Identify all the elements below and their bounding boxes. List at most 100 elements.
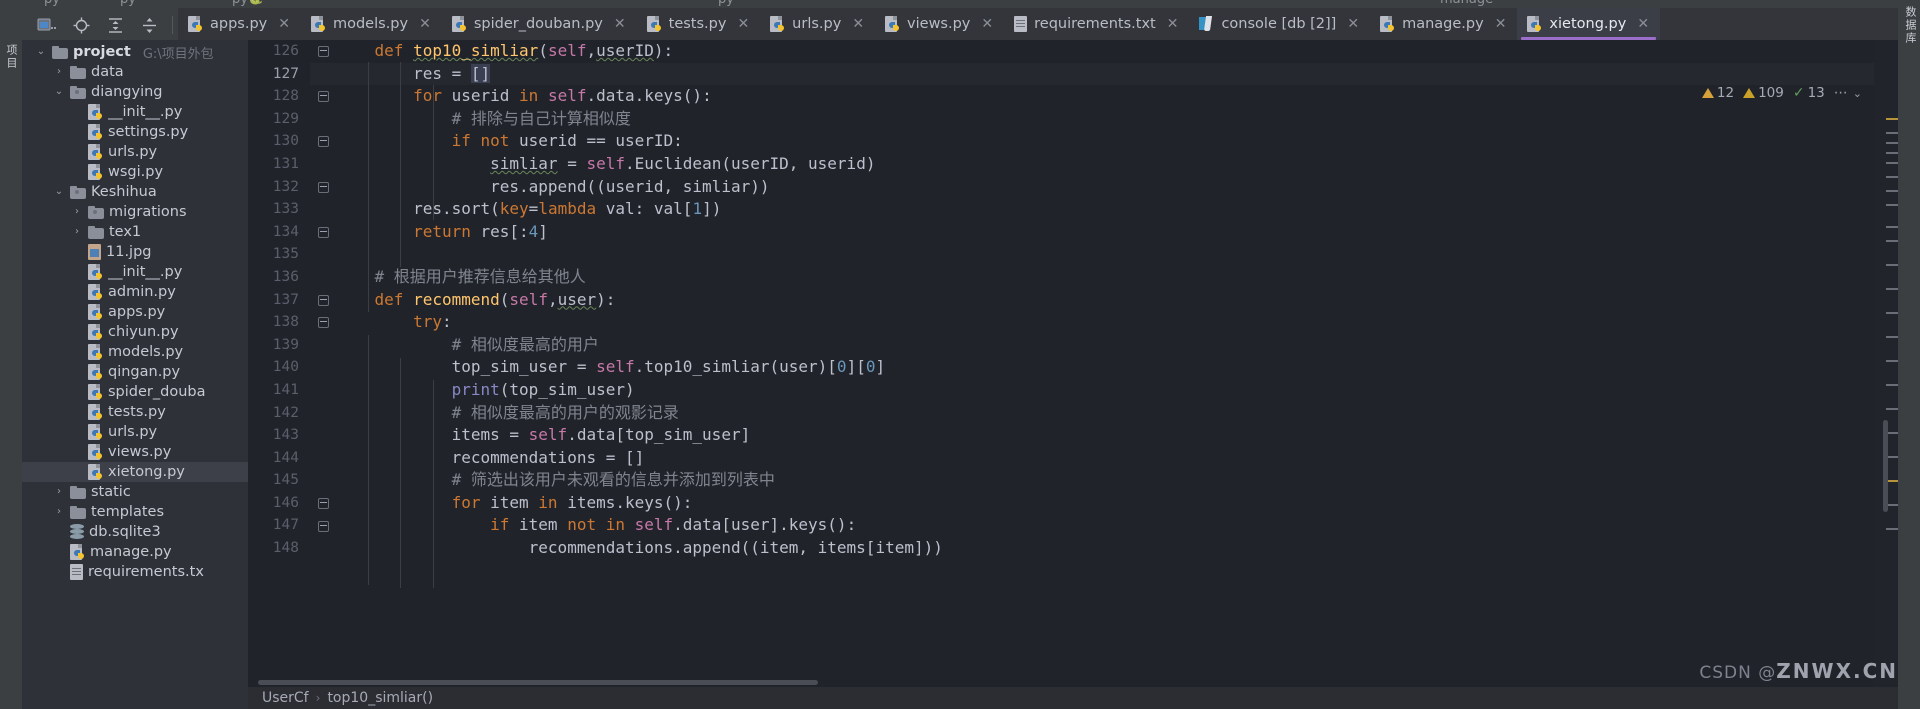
tree-item-templates[interactable]: › templates [22, 502, 248, 522]
tree-item-chiyun-py[interactable]: chiyun.py [22, 322, 248, 342]
code-line[interactable]: # 筛选出该用户未观看的信息并添加到列表中 [336, 469, 1874, 492]
weak-warning-indicator[interactable]: 109 [1743, 85, 1784, 101]
tree-item-urls-py[interactable]: urls.py [22, 142, 248, 162]
tree-item-db-sqlite3[interactable]: db.sqlite3 [22, 522, 248, 542]
code-line[interactable]: return res[:4] [336, 221, 1874, 244]
tree-item-keshihua[interactable]: ⌄ Keshihua [22, 182, 248, 202]
tab-close-icon[interactable]: ✕ [1637, 16, 1649, 32]
code-line[interactable]: if item not in self.data[user].keys(): [336, 514, 1874, 537]
fold-marker-expanded[interactable] [318, 91, 329, 103]
code-line[interactable]: def recommend(self,user): [336, 289, 1874, 312]
tree-item-models-py[interactable]: models.py [22, 342, 248, 362]
code-line[interactable]: # 排除与自己计算相似度 [336, 108, 1874, 131]
chevron-down-icon[interactable]: ⌄ [35, 42, 47, 62]
tree-item-apps-py[interactable]: apps.py [22, 302, 248, 322]
tab-close-icon[interactable]: ✕ [1495, 16, 1507, 32]
fold-marker-expanded[interactable] [318, 136, 329, 148]
editor-tab-console-db-2-[interactable]: console [db [2]] ✕ [1189, 8, 1370, 40]
code-line[interactable]: # 根据用户推荐信息给其他人 [336, 266, 1874, 289]
tree-item-diangying[interactable]: ⌄ diangying [22, 82, 248, 102]
fold-marker-expanded[interactable] [318, 317, 329, 329]
expand-all-icon[interactable] [98, 12, 132, 38]
breadcrumb-class[interactable]: UserCf [262, 690, 309, 706]
editor-tab-apps-py[interactable]: apps.py ✕ [178, 8, 301, 40]
breadcrumb-method[interactable]: top10_simliar() [327, 690, 433, 706]
editor-tab-urls-py[interactable]: urls.py ✕ [760, 8, 875, 40]
tree-item-tex1[interactable]: › tex1 [22, 222, 248, 242]
editor-tab-requirements-txt[interactable]: requirements.txt ✕ [1004, 8, 1189, 40]
chevron-down-icon[interactable]: ⌄ [53, 82, 65, 102]
tree-item-requirements-tx[interactable]: requirements.tx [22, 562, 248, 582]
editor-tab-tests-py[interactable]: tests.py ✕ [637, 8, 761, 40]
fold-marker-end[interactable] [318, 226, 329, 238]
tree-item--init-py[interactable]: __init__.py [22, 262, 248, 282]
tree-item-admin-py[interactable]: admin.py [22, 282, 248, 302]
editor-tab-xietong-py[interactable]: xietong.py ✕ [1517, 8, 1661, 40]
tree-item-urls-py[interactable]: urls.py [22, 422, 248, 442]
tree-item-tests-py[interactable]: tests.py [22, 402, 248, 422]
code-line[interactable]: recommendations = [] [336, 447, 1874, 470]
chevron-right-icon[interactable]: › [53, 62, 65, 82]
code-line[interactable]: print(top_sim_user) [336, 379, 1874, 402]
code-line[interactable] [336, 243, 1874, 266]
code-line[interactable]: # 相似度最高的用户的观影记录 [336, 402, 1874, 425]
code-line[interactable]: res = [] [336, 63, 1874, 86]
tab-close-icon[interactable]: ✕ [737, 16, 749, 32]
open-file-icon[interactable] [30, 12, 64, 38]
tree-item--init-py[interactable]: __init__.py [22, 102, 248, 122]
fold-marker-end[interactable] [318, 181, 329, 193]
editor-tab-models-py[interactable]: models.py ✕ [301, 8, 442, 40]
fold-marker-expanded[interactable] [318, 498, 329, 509]
code-line[interactable]: res.sort(key=lambda val: val[1]) [336, 198, 1874, 221]
tree-item-data[interactable]: › data [22, 62, 248, 82]
tree-item-views-py[interactable]: views.py [22, 442, 248, 462]
tree-item-qingan-py[interactable]: qingan.py [22, 362, 248, 382]
code-line[interactable]: try: [336, 311, 1874, 334]
project-tree[interactable]: ⌄ project G:\项目外包 › data ⌄ diangying __init__.p… [22, 40, 248, 582]
code-line[interactable]: for item in items.keys(): [336, 492, 1874, 515]
ok-indicator[interactable]: ✓ 13 [1793, 85, 1825, 101]
horizontal-scrollbar-thumb[interactable] [258, 680, 818, 685]
tab-close-icon[interactable]: ✕ [1347, 16, 1359, 32]
tab-close-icon[interactable]: ✕ [278, 16, 290, 32]
warning-indicator[interactable]: 12 [1701, 85, 1734, 101]
code-editor[interactable]: 126 127 128 129 130 131 132 133 134 135 136 137 138 1… [248, 40, 1920, 709]
tree-item-xietong-py[interactable]: xietong.py [22, 462, 248, 482]
chevron-right-icon[interactable]: › [71, 222, 83, 242]
tree-item-settings-py[interactable]: settings.py [22, 122, 248, 142]
tab-close-icon[interactable]: ✕ [614, 16, 626, 32]
target-locate-icon[interactable] [64, 12, 98, 38]
code-line[interactable]: items = self.data[top_sim_user] [336, 424, 1874, 447]
vertical-scrollbar-thumb[interactable] [1883, 420, 1888, 512]
editor-tab-manage-py[interactable]: manage.py ✕ [1370, 8, 1517, 40]
tree-item-spider-douba[interactable]: spider_douba [22, 382, 248, 402]
collapse-all-icon[interactable] [132, 12, 166, 38]
code-line[interactable]: simliar = self.Euclidean(userID, userid) [336, 153, 1874, 176]
fold-marker-expanded[interactable] [318, 46, 329, 57]
code-line[interactable]: # 相似度最高的用户 [336, 334, 1874, 357]
code-folding-column[interactable] [310, 40, 336, 709]
editor-tab-bar[interactable]: apps.py ✕ models.py ✕ spider_douban.py ✕ tests… [178, 8, 1920, 40]
code-line[interactable]: res.append((userid, simliar)) [336, 176, 1874, 199]
code-line[interactable]: top_sim_user = self.top10_simliar(user)[… [336, 356, 1874, 379]
code-content[interactable]: def top10_simliar(self,userID): res = []… [336, 40, 1874, 709]
tab-close-icon[interactable]: ✕ [852, 16, 864, 32]
fold-marker-expanded[interactable] [318, 294, 329, 306]
tree-item-11-jpg[interactable]: 11.jpg [22, 242, 248, 262]
editor-tab-views-py[interactable]: views.py ✕ [875, 8, 1004, 40]
code-line[interactable]: if not userid == userID: [336, 130, 1874, 153]
chevron-down-icon[interactable]: ⌄ [1853, 87, 1862, 100]
tree-item-static[interactable]: › static [22, 482, 248, 502]
chevron-right-icon[interactable]: › [71, 202, 83, 222]
chevron-down-icon[interactable]: ⌄ [53, 182, 65, 202]
code-line[interactable]: recommendations.append((item, items[item… [336, 537, 1874, 560]
code-line[interactable]: for userid in self.data.keys(): [336, 85, 1874, 108]
project-tree-panel[interactable]: ⌄ project G:\项目外包 › data ⌄ diangying __init__.p… [22, 40, 248, 709]
breadcrumb[interactable]: UserCf › top10_simliar() [248, 687, 1898, 709]
tab-close-icon[interactable]: ✕ [1167, 16, 1179, 32]
tree-item-wsgi-py[interactable]: wsgi.py [22, 162, 248, 182]
inspection-status-widget[interactable]: 12 109 ✓ 13 ⋯ ⌄ [1701, 82, 1862, 104]
tree-item-migrations[interactable]: › migrations [22, 202, 248, 222]
tab-close-icon[interactable]: ✕ [419, 16, 431, 32]
tree-item-project[interactable]: ⌄ project G:\项目外包 [22, 42, 248, 62]
